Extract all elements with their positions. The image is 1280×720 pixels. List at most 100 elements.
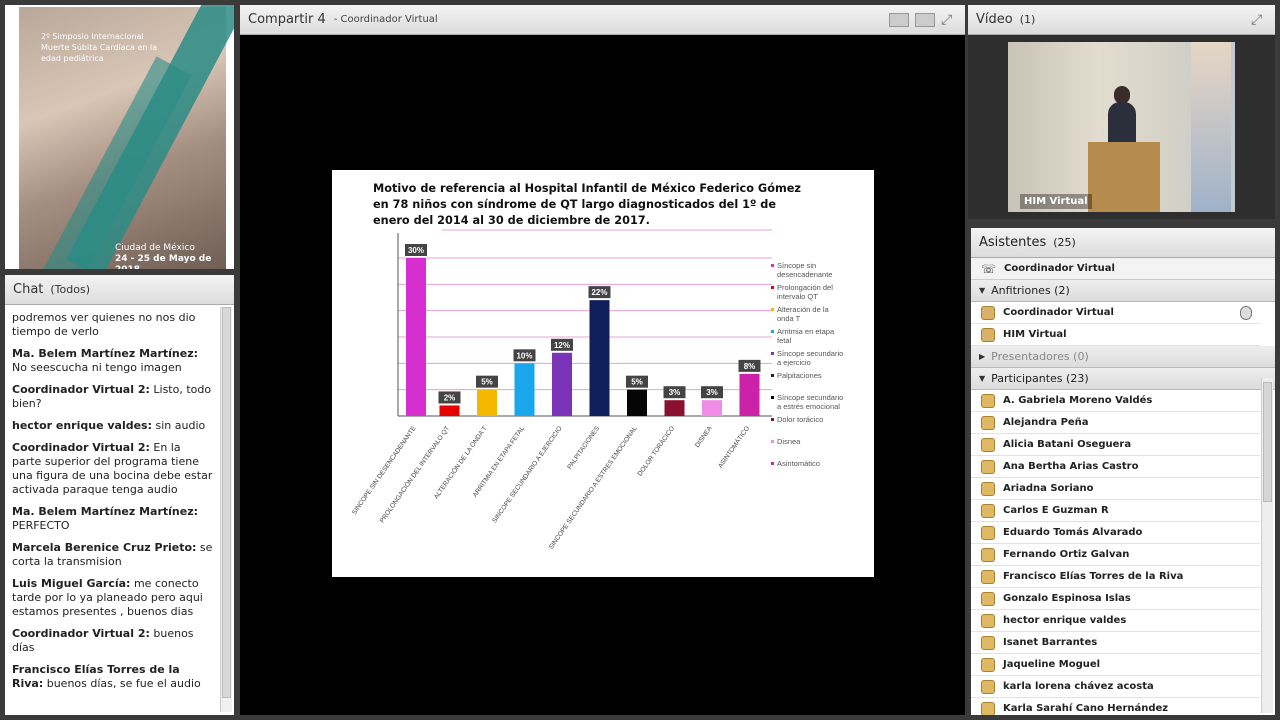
video-title: Vídeo bbox=[976, 12, 1013, 27]
attendee-row[interactable]: Coordinador Virtual bbox=[971, 302, 1260, 324]
attendees-title: Asistentes bbox=[979, 235, 1047, 250]
tick-label: SINCOPE SECUNDARIO A EJERCICIO bbox=[491, 425, 563, 524]
attendee-row[interactable]: karla lorena chávez acosta bbox=[971, 676, 1260, 698]
chat-message: Luis Miguel García: me conecto tarde por… bbox=[12, 577, 213, 619]
attendee-name: Coordinador Virtual bbox=[1003, 307, 1114, 318]
attendee-row[interactable]: Gonzalo Espinosa Islas bbox=[971, 588, 1260, 610]
attendee-row[interactable]: Jaqueline Moguel bbox=[971, 654, 1260, 676]
legend-item: Disnea bbox=[777, 437, 801, 446]
attendee-row[interactable]: Eduardo Tomás Alvarado bbox=[971, 522, 1260, 544]
fullscreen-icon[interactable]: ⤢ bbox=[941, 12, 957, 28]
legend-item: Alteración de la onda T bbox=[777, 305, 830, 323]
hosts-group[interactable]: ▼ Anfitriones (2) bbox=[971, 280, 1275, 302]
attendee-name: Jaqueline Moguel bbox=[1003, 659, 1101, 670]
chat-header: Chat (Todos) bbox=[5, 275, 234, 305]
attendee-name: karla lorena chávez acosta bbox=[1003, 681, 1154, 692]
chat-sender: hector enrique valdes: bbox=[12, 419, 153, 432]
window-icon[interactable] bbox=[889, 12, 909, 27]
share-subtitle: - Coordinador Virtual bbox=[333, 14, 438, 25]
bar-chart: 30% SINCOPE SIN DESENCADENANTE 2% PROLONGAC… bbox=[351, 229, 843, 551]
attendee-name: Alejandra Peña bbox=[1003, 417, 1089, 428]
coordinator-row[interactable]: ☏ Coordinador Virtual bbox=[971, 258, 1275, 280]
chat-scroll-thumb[interactable] bbox=[222, 307, 231, 698]
presenters-group[interactable]: ▶ Presentadores (0) bbox=[971, 346, 1275, 368]
chat-text: sin audio bbox=[152, 419, 206, 432]
attendee-row[interactable]: Fernando Ortiz Galvan bbox=[971, 544, 1260, 566]
user-icon bbox=[981, 547, 995, 562]
data-label: 3% bbox=[669, 388, 681, 397]
attendee-row[interactable]: Francisco Elías Torres de la Riva bbox=[971, 566, 1260, 588]
share-pod: Compartir 4 - Coordinador Virtual ⤢ Moti… bbox=[240, 5, 965, 715]
chat-message: podremos ver quienes no nos dio tiempo d… bbox=[12, 311, 213, 339]
data-label: 8% bbox=[744, 362, 756, 371]
legend-swatch bbox=[771, 330, 774, 333]
user-icon bbox=[981, 525, 995, 540]
user-icon bbox=[981, 701, 995, 715]
mouse-cursor-icon: ➚ bbox=[830, 482, 842, 498]
user-icon bbox=[981, 657, 995, 672]
attendee-row[interactable]: Alejandra Peña bbox=[971, 412, 1260, 434]
attendees-scrollbar[interactable] bbox=[1261, 378, 1273, 713]
legend-item: Síncope secundario a ejercicio bbox=[777, 349, 843, 367]
attendee-row[interactable]: hector enrique valdes bbox=[971, 610, 1260, 632]
attendees-scroll-thumb[interactable] bbox=[1263, 382, 1272, 502]
banner-line3: edad pediátrica bbox=[41, 54, 104, 63]
participants-label: Participantes (23) bbox=[991, 372, 1089, 385]
chat-text: No seescucha ni tengo imagen bbox=[12, 361, 182, 374]
attendee-row[interactable]: Isanet Barrantes bbox=[971, 632, 1260, 654]
chart-bar bbox=[552, 352, 572, 416]
fit-icon[interactable] bbox=[915, 12, 935, 27]
microphone-icon[interactable] bbox=[1240, 306, 1252, 320]
share-title: Compartir 4 bbox=[248, 12, 326, 27]
participants-list: A. Gabriela Moreno Valdés Alejandra Peña A… bbox=[971, 390, 1275, 715]
data-label: 10% bbox=[516, 351, 532, 360]
attendee-row[interactable]: Alicia Batani Oseguera bbox=[971, 434, 1260, 456]
attendee-row[interactable]: A. Gabriela Moreno Valdés bbox=[971, 390, 1260, 412]
chart-bar bbox=[664, 400, 685, 416]
chat-message: Coordinador Virtual 2: buenos días bbox=[12, 627, 213, 655]
tick-label: PROLONGACIÓN DEL INTERVALO QT bbox=[377, 424, 451, 524]
chat-scrollbar[interactable] bbox=[220, 307, 232, 712]
attendee-name: HIM Virtual bbox=[1003, 329, 1067, 340]
chat-text: buenos días, se fue el audio bbox=[43, 677, 201, 690]
chat-sender: Coordinador Virtual 2: bbox=[12, 383, 150, 396]
banner-stripe bbox=[6, 56, 192, 269]
legend-item: Síncope secundario a estrés emocional bbox=[777, 393, 843, 411]
legend-swatch bbox=[771, 308, 774, 311]
data-label: 30% bbox=[408, 246, 424, 255]
presenters-label: Presentadores (0) bbox=[991, 350, 1089, 363]
legend-swatch bbox=[771, 396, 774, 399]
attendee-row[interactable]: Carlos E Guzman R bbox=[971, 500, 1260, 522]
chat-sender: Ma. Belem Martínez Martínez: bbox=[12, 347, 199, 360]
attendee-name: Ariadna Soriano bbox=[1003, 483, 1094, 494]
banner-footer: Ciudad de México 24 - 25 de Mayo de 2018 bbox=[115, 243, 234, 269]
banner-dates: 24 - 25 de Mayo de 2018 bbox=[115, 254, 212, 269]
tick-label: PALPITACIONES bbox=[566, 425, 601, 471]
attendees-pod: Asistentes (25) ☏ Coordinador Virtual ▼ A… bbox=[971, 228, 1275, 715]
data-label: 3% bbox=[706, 388, 718, 397]
tick-label: DOLOR TORÁCICO bbox=[635, 424, 676, 477]
legend-item: Síncope sin desencadenante bbox=[777, 261, 832, 279]
fullscreen-icon[interactable]: ⤢ bbox=[1251, 12, 1267, 28]
coordinator-name: Coordinador Virtual bbox=[1004, 263, 1115, 274]
presentation-slide: Motivo de referencia al Hospital Infanti… bbox=[332, 170, 874, 577]
chat-message: Francisco Elías Torres de la Riva: bueno… bbox=[12, 663, 213, 691]
attendee-row[interactable]: Karla Sarahí Cano Hernández bbox=[971, 698, 1260, 715]
attendees-header: Asistentes (25) bbox=[971, 228, 1275, 258]
chat-message: Ma. Belem Martínez Martínez: No seescuch… bbox=[12, 347, 213, 375]
legend-swatch bbox=[771, 264, 774, 267]
participants-group[interactable]: ▼ Participantes (23) bbox=[971, 368, 1275, 390]
attendee-row[interactable]: HIM Virtual bbox=[971, 324, 1260, 346]
chart-bar bbox=[406, 258, 426, 416]
attendee-row[interactable]: Ariadna Soriano bbox=[971, 478, 1260, 500]
tick-label: ASINTOMÁTICO bbox=[715, 424, 751, 470]
attendee-row[interactable]: Ana Bertha Arias Castro bbox=[971, 456, 1260, 478]
attendee-name: Karla Sarahí Cano Hernández bbox=[1003, 703, 1169, 714]
chat-sender: Luis Miguel García: bbox=[12, 577, 131, 590]
legend-item: Palpitaciones bbox=[777, 371, 822, 380]
user-icon bbox=[981, 503, 995, 518]
chat-scope[interactable]: (Todos) bbox=[50, 283, 90, 296]
user-icon bbox=[981, 569, 995, 584]
chat-text: podremos ver quienes no nos dio tiempo d… bbox=[12, 311, 196, 338]
user-icon bbox=[981, 415, 995, 430]
